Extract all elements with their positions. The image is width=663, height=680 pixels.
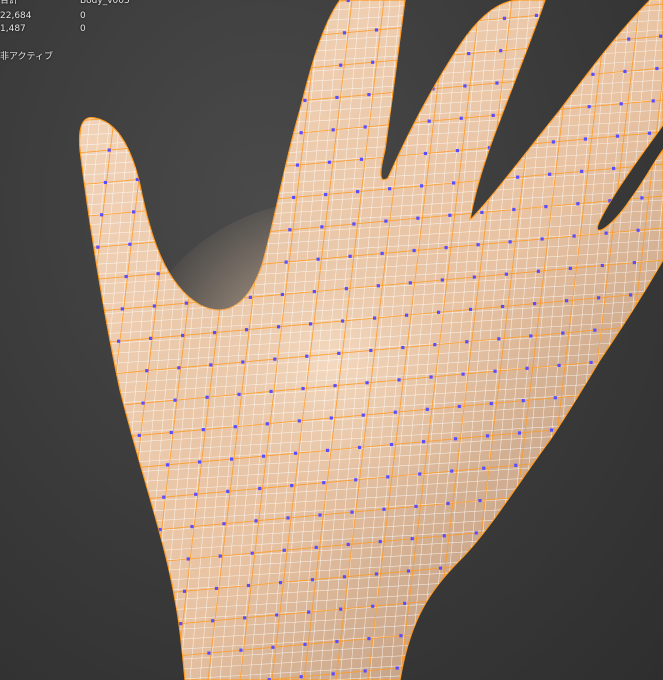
stats-total-polys: 22,684	[0, 11, 32, 21]
stats-object-name: Body_v005	[80, 0, 130, 6]
stats-total-verts: 1,487	[0, 24, 26, 34]
stats-selected-polys: 0	[80, 11, 86, 21]
stats-selected-verts: 0	[80, 24, 86, 34]
stats-header-label: 合計	[0, 0, 19, 6]
3d-viewport[interactable]: 合計 Body_v005 22,684 0 1,487 0 非アクティブ	[0, 0, 663, 680]
hand-mesh-render[interactable]	[0, 0, 663, 680]
viewport-mode-label: 非アクティブ	[0, 52, 54, 62]
